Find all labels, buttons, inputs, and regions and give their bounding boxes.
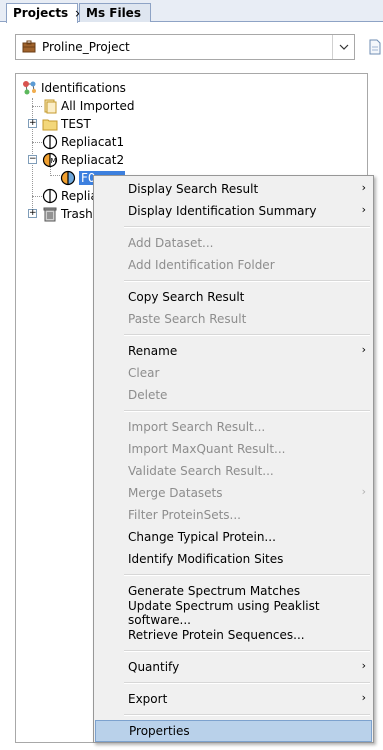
menu-item-identify-modification-sites[interactable]: Identify Modification Sites (95, 548, 372, 570)
tab-ms-files-label: Ms Files (86, 6, 141, 20)
menu-item-merge-datasets[interactable]: Merge Datasets › (95, 482, 372, 504)
expand-plus-icon[interactable]: + (28, 119, 37, 128)
tree-item-all-imported[interactable]: All Imported (42, 97, 135, 115)
context-menu: Display Search Result › Display Identifi… (93, 175, 374, 743)
tree-item-test[interactable]: TEST (42, 115, 91, 133)
menu-item-label: Update Spectrum using Peaklist software.… (128, 599, 320, 627)
svg-text:M: M (51, 157, 57, 165)
tab-bar: Projects× Ms Files (0, 0, 383, 23)
menu-item-display-identification-summary[interactable]: Display Identification Summary › (95, 200, 372, 222)
menu-separator (124, 226, 370, 228)
menu-item-label: Clear (128, 366, 160, 380)
menu-item-add-dataset[interactable]: Add Dataset... (95, 232, 372, 254)
tab-projects-label: Projects (13, 6, 69, 20)
menu-item-label: Display Search Result (128, 182, 259, 196)
tree-connector (50, 175, 60, 176)
menu-item-clear[interactable]: Clear (95, 362, 372, 384)
dataset-icon (42, 188, 58, 204)
menu-separator (124, 280, 370, 282)
folder-documents-icon (44, 99, 57, 114)
menu-item-label: Quantify (128, 660, 180, 674)
menu-item-label: Merge Datasets (128, 486, 223, 500)
project-selector[interactable]: Proline_Project (15, 34, 355, 60)
menu-item-label: Retrieve Protein Sequences... (128, 628, 305, 642)
menu-item-label: Validate Search Result... (128, 464, 274, 478)
menu-item-label: Add Dataset... (128, 236, 214, 250)
chevron-right-icon: › (361, 691, 366, 704)
tree-connector (32, 142, 42, 143)
menu-item-import-search-result[interactable]: Import Search Result... (95, 416, 372, 438)
chevron-right-icon: › (361, 181, 366, 194)
menu-item-import-maxquant-result[interactable]: Import MaxQuant Result... (95, 438, 372, 460)
tree-item-label: Trash (61, 207, 93, 221)
menu-item-quantify[interactable]: Quantify › (95, 656, 372, 678)
trash-icon (43, 207, 57, 222)
briefcase-icon (22, 40, 36, 53)
menu-item-validate-search-result[interactable]: Validate Search Result... (95, 460, 372, 482)
menu-separator (124, 682, 370, 684)
dataset-split-icon: M (42, 152, 58, 168)
menu-item-label: Copy Search Result (128, 290, 245, 304)
menu-item-label: Rename (128, 344, 178, 358)
chevron-right-icon: › (361, 485, 366, 498)
tree-connector (32, 196, 42, 197)
tab-ms-files[interactable]: Ms Files (79, 3, 151, 22)
menu-item-rename[interactable]: Rename › (95, 340, 372, 362)
menu-item-label: Delete (128, 388, 168, 402)
tree-item-label: Repliacat1 (61, 135, 125, 149)
menu-item-label: Properties (129, 724, 190, 738)
tab-projects[interactable]: Projects× (6, 3, 83, 23)
menu-separator (124, 574, 370, 576)
menu-separator (124, 650, 370, 652)
menu-item-label: Import MaxQuant Result... (128, 442, 286, 456)
tree-item-label: All Imported (61, 99, 135, 113)
menu-item-label: Change Typical Protein... (128, 530, 276, 544)
tree-item-label: Identifications (41, 81, 126, 95)
menu-item-label: Filter ProteinSets... (128, 508, 241, 522)
tree-item-trash[interactable]: Trash (42, 205, 93, 223)
menu-item-export[interactable]: Export › (95, 688, 372, 710)
menu-item-label: Identify Modification Sites (128, 552, 284, 566)
folder-icon (42, 119, 58, 131)
chevron-right-icon: › (361, 203, 366, 216)
new-document-icon[interactable] (365, 36, 383, 58)
tree-connector (32, 106, 42, 107)
tree-item-label: Repliacat2 (61, 153, 125, 167)
collapse-minus-icon[interactable]: − (28, 155, 37, 164)
chevron-right-icon: › (361, 659, 366, 672)
project-selector-value: Proline_Project (42, 40, 130, 54)
tree-item-identifications[interactable]: Identifications (22, 79, 126, 97)
identification-result-icon (60, 170, 76, 186)
identifications-icon (23, 81, 36, 95)
menu-item-label: Generate Spectrum Matches (128, 584, 301, 598)
dataset-icon (42, 134, 58, 150)
tree-item-label: TEST (61, 117, 91, 131)
expand-plus-icon[interactable]: + (28, 209, 37, 218)
menu-separator (124, 334, 370, 336)
menu-item-update-spectrum[interactable]: Update Spectrum using Peaklist software.… (95, 599, 372, 627)
chevron-right-icon: › (361, 343, 366, 356)
menu-item-delete[interactable]: Delete (95, 384, 372, 406)
chevron-down-icon[interactable] (332, 35, 354, 59)
menu-separator (124, 714, 370, 716)
menu-item-label: Display Identification Summary (128, 204, 317, 218)
menu-item-label: Paste Search Result (128, 312, 247, 326)
menu-item-retrieve-protein-sequences[interactable]: Retrieve Protein Sequences... (95, 624, 372, 646)
tree-item-repliacat2[interactable]: M Repliacat2 (42, 151, 124, 169)
menu-item-label: Export (128, 692, 168, 706)
menu-item-paste-search-result[interactable]: Paste Search Result (95, 308, 372, 330)
menu-item-properties[interactable]: Properties (95, 720, 372, 742)
menu-item-filter-proteinsets[interactable]: Filter ProteinSets... (95, 504, 372, 526)
menu-item-label: Add Identification Folder (128, 258, 275, 272)
menu-item-add-identification-folder[interactable]: Add Identification Folder (95, 254, 372, 276)
menu-item-copy-search-result[interactable]: Copy Search Result (95, 286, 372, 308)
tree-item-repliacat1[interactable]: Repliacat1 (42, 133, 124, 151)
menu-item-change-typical-protein[interactable]: Change Typical Protein... (95, 526, 372, 548)
menu-separator (124, 410, 370, 412)
menu-item-display-search-result[interactable]: Display Search Result › (95, 178, 372, 200)
menu-item-label: Import Search Result... (128, 420, 266, 434)
